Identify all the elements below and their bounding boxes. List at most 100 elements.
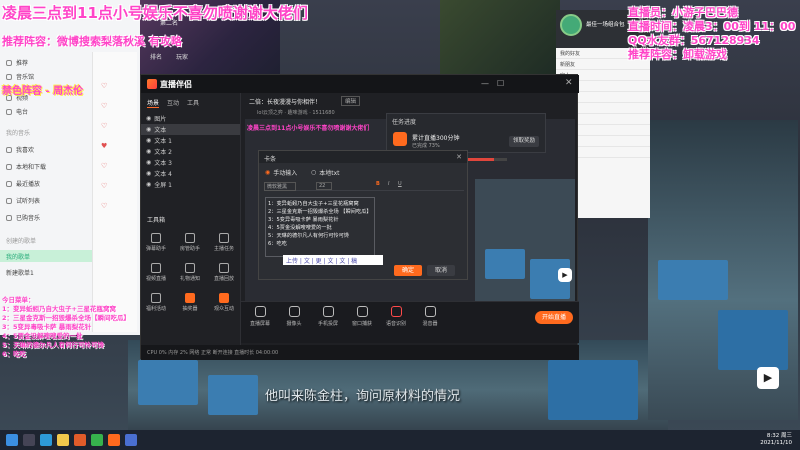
layer-item[interactable]: ◉ 图片 — [141, 113, 240, 124]
tool-lottery[interactable]: 抽奖器 — [179, 293, 201, 312]
claim-reward-button[interactable]: 领取奖励 — [509, 136, 539, 147]
tool-admin[interactable]: 房管助手 — [179, 233, 201, 252]
eye-icon[interactable]: ◉ — [146, 126, 151, 133]
edge-icon[interactable] — [40, 434, 52, 446]
tool-danmaku[interactable]: 弹幕助手 — [145, 233, 167, 252]
tool-gift[interactable]: 礼物通知 — [179, 263, 201, 282]
heart-icon[interactable]: ♡ — [101, 102, 107, 110]
nav-item-local[interactable]: 本地和下载 — [6, 162, 46, 171]
monitor-icon — [254, 306, 266, 317]
eye-icon[interactable]: ◉ — [146, 137, 151, 144]
layer-item[interactable]: ◉ 全屏 1 — [141, 179, 240, 190]
ime-candidate-bar[interactable]: 上传 | 文 | 更 | 文 | 文 | 稿 — [283, 255, 383, 265]
layer-item[interactable]: ◉ 文本 1 — [141, 135, 240, 146]
streaming-app-icon[interactable] — [108, 434, 120, 446]
layer-item[interactable]: ◉ 文本 4 — [141, 168, 240, 179]
folder-icon[interactable] — [57, 434, 69, 446]
text-content-area[interactable]: 1：变异蚯蚓乃自大虫子+三星花瓶窝窝 2：三星金克斯一招毁爆杀全场 【瞬间吃瓜】… — [265, 197, 375, 257]
cancel-button[interactable]: 取消 — [427, 265, 455, 276]
play-icon[interactable]: ▶ — [558, 268, 572, 282]
edit-title-button[interactable]: 编辑 — [341, 96, 361, 106]
radio-checked-icon: ◉ — [265, 169, 271, 176]
task-progress-panel: 任务进度 累计直播300分钟 已完成 73% 领取奖励 — [386, 113, 546, 161]
screen-capture-button[interactable]: 直播屏幕 — [247, 306, 273, 327]
tab-interact[interactable]: 互动 — [167, 98, 179, 108]
tool-video[interactable]: 视频直播 — [145, 263, 167, 282]
camera-button[interactable]: 摄像头 — [281, 306, 307, 327]
window-icon — [356, 306, 368, 317]
nav-item-radio[interactable]: 电台 — [6, 107, 28, 116]
heart-icon[interactable]: ♡ — [101, 122, 107, 130]
heart-icon[interactable]: ♡ — [101, 82, 107, 90]
nav-item-recommend[interactable]: 推荐 — [6, 58, 28, 67]
music-app-icon[interactable] — [91, 434, 103, 446]
tab-scene[interactable]: 场景 — [147, 98, 160, 108]
title-bar: 直播伴侣 — ☐ ✕ — [141, 75, 579, 93]
minimize-icon[interactable]: — — [481, 79, 489, 88]
start-stream-button[interactable]: 开始直播 — [535, 311, 573, 324]
eye-icon[interactable]: ◉ — [146, 148, 151, 155]
chat-title: 最佳一场组合包 — [586, 22, 625, 28]
stream-title: 二倍：长夜漫漫与你相伴！ — [249, 99, 322, 106]
app-icon[interactable] — [74, 434, 86, 446]
play-icon[interactable]: ▶ — [757, 367, 779, 389]
heart-icon[interactable]: ♡ — [101, 162, 107, 170]
layer-item[interactable]: ◉ 文本 2 — [141, 146, 240, 157]
tool-replay[interactable]: 直播回放 — [213, 263, 235, 282]
window-capture-button[interactable]: 窗口捕获 — [349, 306, 375, 327]
nav-item-new-playlist[interactable]: 新建歌单1 — [6, 268, 34, 277]
heart-icon[interactable]: ♡ — [101, 182, 107, 190]
selected-playlist[interactable]: 我的歌单 — [0, 250, 92, 262]
clock-icon — [6, 180, 12, 187]
avatar[interactable] — [560, 14, 582, 36]
heart-icon[interactable]: ♡ — [101, 202, 107, 210]
eye-icon[interactable]: ◉ — [146, 115, 151, 122]
layer-item[interactable]: ◉ 文本 — [141, 124, 240, 135]
rank-label: 排名 — [150, 54, 163, 61]
nav-item-purchased[interactable]: 已购音乐 — [6, 213, 40, 222]
preview-video — [475, 179, 575, 307]
mixer-button[interactable]: 混音器 — [417, 306, 443, 327]
tool-welfare[interactable]: 福利活动 — [145, 293, 167, 312]
tool-audience[interactable]: 观众互动 — [213, 293, 235, 312]
close-icon[interactable]: ✕ — [456, 153, 462, 161]
app-logo: 直播伴侣 — [147, 79, 192, 90]
radio-manual[interactable]: ◉ 手动输入 — [265, 168, 297, 177]
overlay-banned: 禁色阵容 - 周杰伦 — [2, 86, 84, 97]
nav-item-liked[interactable]: 我喜欢 — [6, 145, 34, 154]
overlay-menu: 今日菜单： 1：变异蚯蚓乃自大虫子+三星花瓶窝窝 2：三星金克斯一招毁爆杀全场【… — [2, 296, 131, 358]
close-icon[interactable]: ✕ — [565, 78, 573, 88]
overlay-recommend-left: 推荐阵容：微博搜索梨落秋溪 有攻略 — [2, 35, 182, 48]
heart-icon[interactable]: ♥ — [101, 142, 107, 150]
underline-icon[interactable]: U — [398, 181, 402, 187]
maximize-icon[interactable]: ☐ — [497, 79, 504, 88]
qq-icon[interactable] — [125, 434, 137, 446]
radio-local-txt[interactable]: ○ 本地txt — [311, 168, 340, 177]
welfare-icon — [151, 293, 161, 303]
layer-item[interactable]: ◉ 文本 3 — [141, 157, 240, 168]
tab-tools[interactable]: 工具 — [187, 98, 199, 108]
nav-item-music-hall[interactable]: 音乐馆 — [6, 72, 34, 81]
stream-meta: lol云顶之弈 · 趣味游戏 · 1511680 — [257, 110, 335, 116]
player-label: 玩家 — [176, 54, 189, 61]
search-icon[interactable] — [23, 434, 35, 446]
bold-icon[interactable]: B — [376, 181, 380, 187]
nav-item-playlist[interactable]: 试听列表 — [6, 196, 40, 205]
overlay-recommend-right: 推荐阵容：卸载游戏 — [628, 48, 727, 61]
chat-icon — [151, 233, 161, 243]
font-select[interactable]: 微软雅黑 — [264, 182, 297, 191]
eye-icon[interactable]: ◉ — [146, 159, 151, 166]
italic-icon[interactable]: I — [388, 181, 389, 187]
phone-cast-button[interactable]: 手机投屏 — [315, 306, 341, 327]
eye-icon[interactable]: ◉ — [146, 170, 151, 177]
nav-item-recent[interactable]: 最近播放 — [6, 179, 40, 188]
confirm-button[interactable]: 确定 — [394, 265, 422, 276]
download-icon — [6, 163, 12, 170]
eye-icon[interactable]: ◉ — [146, 181, 151, 188]
video-icon — [151, 263, 161, 273]
tool-task[interactable]: 主播任务 — [213, 233, 235, 252]
task-name: 累计直播300分钟 — [412, 135, 460, 142]
windows-start-icon[interactable] — [6, 434, 18, 446]
size-select[interactable]: 22 — [316, 182, 333, 190]
voice-button[interactable]: 语音识别 — [383, 306, 409, 327]
